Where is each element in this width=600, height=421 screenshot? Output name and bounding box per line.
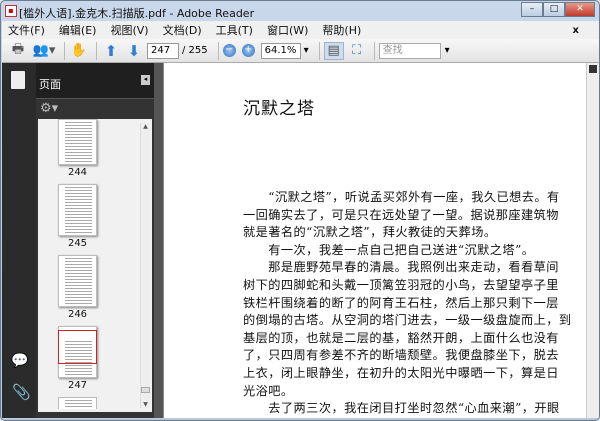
next-page-icon[interactable]: ⬇ — [124, 42, 144, 60]
minimize-button[interactable]: – — [521, 2, 543, 17]
menu-edit[interactable]: 编辑(E) — [59, 22, 97, 38]
options-gear-icon[interactable]: ⚙▾ — [40, 101, 58, 116]
fit-width-icon[interactable]: ▤ — [323, 41, 344, 60]
chapter-title: 沉默之塔 — [243, 99, 315, 119]
text-line: “沉默之塔”，听说孟买郊外有一座，我久已想去。有 — [243, 190, 560, 204]
page-thumbnail-247[interactable] — [58, 326, 97, 378]
adobe-reader-window: ▪ [槛外人语].金克木.扫描版.pdf - Adobe Reader – □ … — [0, 0, 600, 421]
collaborate-icon[interactable]: 👥▾ — [31, 42, 57, 60]
text-line: 铁栏杆围绕着的断了的阿育王石柱，然后上那只剩下一层 — [243, 295, 559, 310]
thumbnail-list: 244 245 246 247 ▲ ▼ — [38, 119, 152, 412]
pages-panel-label: 页面 — [39, 78, 61, 91]
page-thumbnail-248[interactable] — [58, 397, 97, 409]
menu-tools[interactable]: 工具(T) — [216, 22, 253, 38]
navigation-icon-column: 💬 📎 — [2, 63, 36, 418]
thumbnail-label: 244 — [67, 167, 88, 178]
text-line: 一回确实去了，可是只在远处望了一望。据说那座建筑物 — [243, 207, 559, 222]
text-line: 上衣，闭上眼静坐，在初升的太阳光中曝晒一下，算是日 — [243, 365, 559, 380]
page-thumbnail-245[interactable] — [58, 184, 97, 236]
text-line: 光浴吧。 — [243, 383, 294, 398]
zoom-in-icon[interactable]: + — [241, 44, 255, 57]
thumbnail-label: 247 — [67, 380, 88, 391]
divider — [318, 41, 320, 60]
title-bar: ▪ [槛外人语].金克木.扫描版.pdf - Adobe Reader – □ … — [1, 1, 599, 21]
menu-view[interactable]: 视图(V) — [110, 22, 148, 38]
menu-help[interactable]: 帮助(H) — [322, 22, 361, 38]
menu-window[interactable]: 窗口(W) — [267, 22, 308, 38]
zoom-dropdown-icon[interactable]: ▾ — [304, 45, 309, 56]
divider — [217, 41, 219, 60]
menu-bar: 文件(F) 编辑(E) 视图(V) 文档(D) 工具(T) 窗口(W) 帮助(H… — [2, 21, 599, 39]
document-page: 沉默之塔 “沉默之塔”，听说孟买郊外有一座，我久已想去。有 一回确实去了，可是只… — [163, 63, 586, 418]
pages-panel-header: 页面 ◂ — [36, 63, 154, 99]
document-scrollbar[interactable] — [586, 63, 599, 418]
pdf-app-icon: ▪ — [5, 5, 17, 17]
thumbnail-label: 246 — [67, 309, 88, 320]
divider — [64, 41, 65, 60]
divider — [96, 41, 97, 60]
thumbnail-label: 245 — [67, 238, 88, 249]
body-text: “沉默之塔”，听说孟买郊外有一座，我久已想去。有 一回确实去了，可是只在远处望了… — [243, 189, 573, 418]
hand-tool-icon[interactable]: ✋ — [69, 42, 89, 60]
text-line: 有一次，我差一点自己把自己送进“沉默之塔”。 — [243, 242, 535, 257]
close-button[interactable]: ✕ — [565, 2, 595, 17]
find-input[interactable]: 查找 — [378, 42, 441, 59]
panel-splitter[interactable] — [154, 63, 163, 418]
collapse-panel-button[interactable]: ◂ — [141, 75, 150, 85]
zoom-input[interactable]: 64.1% — [260, 42, 301, 59]
menu-document[interactable]: 文档(D) — [163, 22, 202, 38]
text-line: 就是著名的“沉默之塔”，拜火教徒的天葬场。 — [243, 225, 497, 240]
text-line: 的倒塌的古塔。从空洞的塔门进去，一级一级盘旋而上，到 — [243, 313, 572, 328]
previous-page-icon[interactable]: ⬆ — [101, 42, 121, 60]
page-thumbnail-246[interactable] — [58, 255, 97, 307]
fit-page-icon[interactable]: ⛶ — [347, 42, 367, 60]
pages-panel: 页面 ◂ ⚙▾ 244 245 246 247 ▲ ▼ — [36, 63, 154, 418]
menu-file[interactable]: 文件(F) — [8, 22, 45, 38]
text-line: 了，只四周有参差不齐的断墙颓壁。我便盘膝坐下，脱去 — [243, 348, 559, 363]
text-line: 那是鹿野苑早春的清晨。我照例出来走动，看看草间 — [243, 260, 559, 275]
attachments-icon[interactable]: 📎 — [12, 383, 31, 401]
print-icon[interactable]: 🖶 — [8, 42, 28, 60]
maximize-button[interactable]: □ — [543, 2, 565, 17]
pages-icon[interactable] — [11, 71, 25, 89]
comments-icon[interactable]: 💬 — [11, 353, 28, 369]
thumbnail-scrollbar[interactable]: ▲ ▼ — [140, 123, 150, 408]
text-line: 基层的顶，也就是二层的基，豁然开朗，上面什么也没有 — [243, 330, 559, 345]
find-dropdown-icon[interactable]: ▾ — [445, 45, 450, 56]
current-view-highlight — [58, 330, 97, 364]
page-total: / 255 — [182, 45, 208, 56]
page-number-input[interactable]: 247 — [147, 42, 179, 59]
scroll-thumb[interactable] — [589, 65, 597, 73]
text-line: 树下的四脚蛇和头戴一顶篱笠羽冠的小鸟，去望望亭子里 — [243, 277, 559, 292]
page-thumbnail-244[interactable] — [58, 119, 97, 165]
window-title: [槛外人语].金克木.扫描版.pdf - Adobe Reader — [19, 7, 255, 20]
close-document-button[interactable]: x — [573, 25, 579, 36]
divider — [373, 41, 375, 60]
text-line: 去了两三次，我在闭目打坐时忽然“心血来潮”，开眼 — [243, 401, 560, 416]
toolbar: 🖶 👥▾ ✋ ⬆ ⬇ 247 / 255 − + 64.1% ▾ ▤ ⛶ 查找 … — [2, 39, 599, 63]
zoom-out-icon[interactable]: − — [222, 44, 236, 57]
